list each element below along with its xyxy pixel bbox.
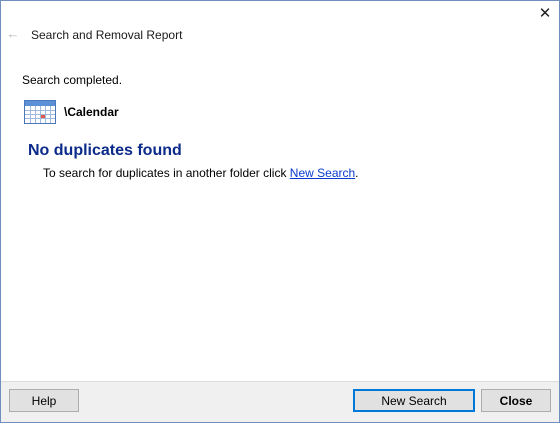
hint-text: To search for duplicates in another fold… <box>43 166 359 180</box>
status-text: Search completed. <box>22 73 123 87</box>
help-button[interactable]: Help <box>9 389 79 412</box>
close-button[interactable]: Close <box>481 389 551 412</box>
footer-bar: Help New Search Close <box>1 381 559 422</box>
new-search-link[interactable]: New Search <box>290 166 355 180</box>
hint-suffix: . <box>355 166 359 180</box>
close-icon[interactable]: ✕ <box>534 4 556 22</box>
wizard-title: Search and Removal Report <box>31 28 183 42</box>
hint-prefix: To search for duplicates in another fold… <box>43 166 290 180</box>
report-window: ✕ ← Search and Removal Report Search com… <box>0 0 560 423</box>
folder-path: \Calendar <box>64 105 119 119</box>
folder-row: \Calendar <box>24 100 119 124</box>
result-headline: No duplicates found <box>28 142 182 159</box>
new-search-button[interactable]: New Search <box>353 389 475 412</box>
calendar-icon <box>24 100 56 124</box>
back-arrow-icon[interactable]: ← <box>6 25 20 41</box>
